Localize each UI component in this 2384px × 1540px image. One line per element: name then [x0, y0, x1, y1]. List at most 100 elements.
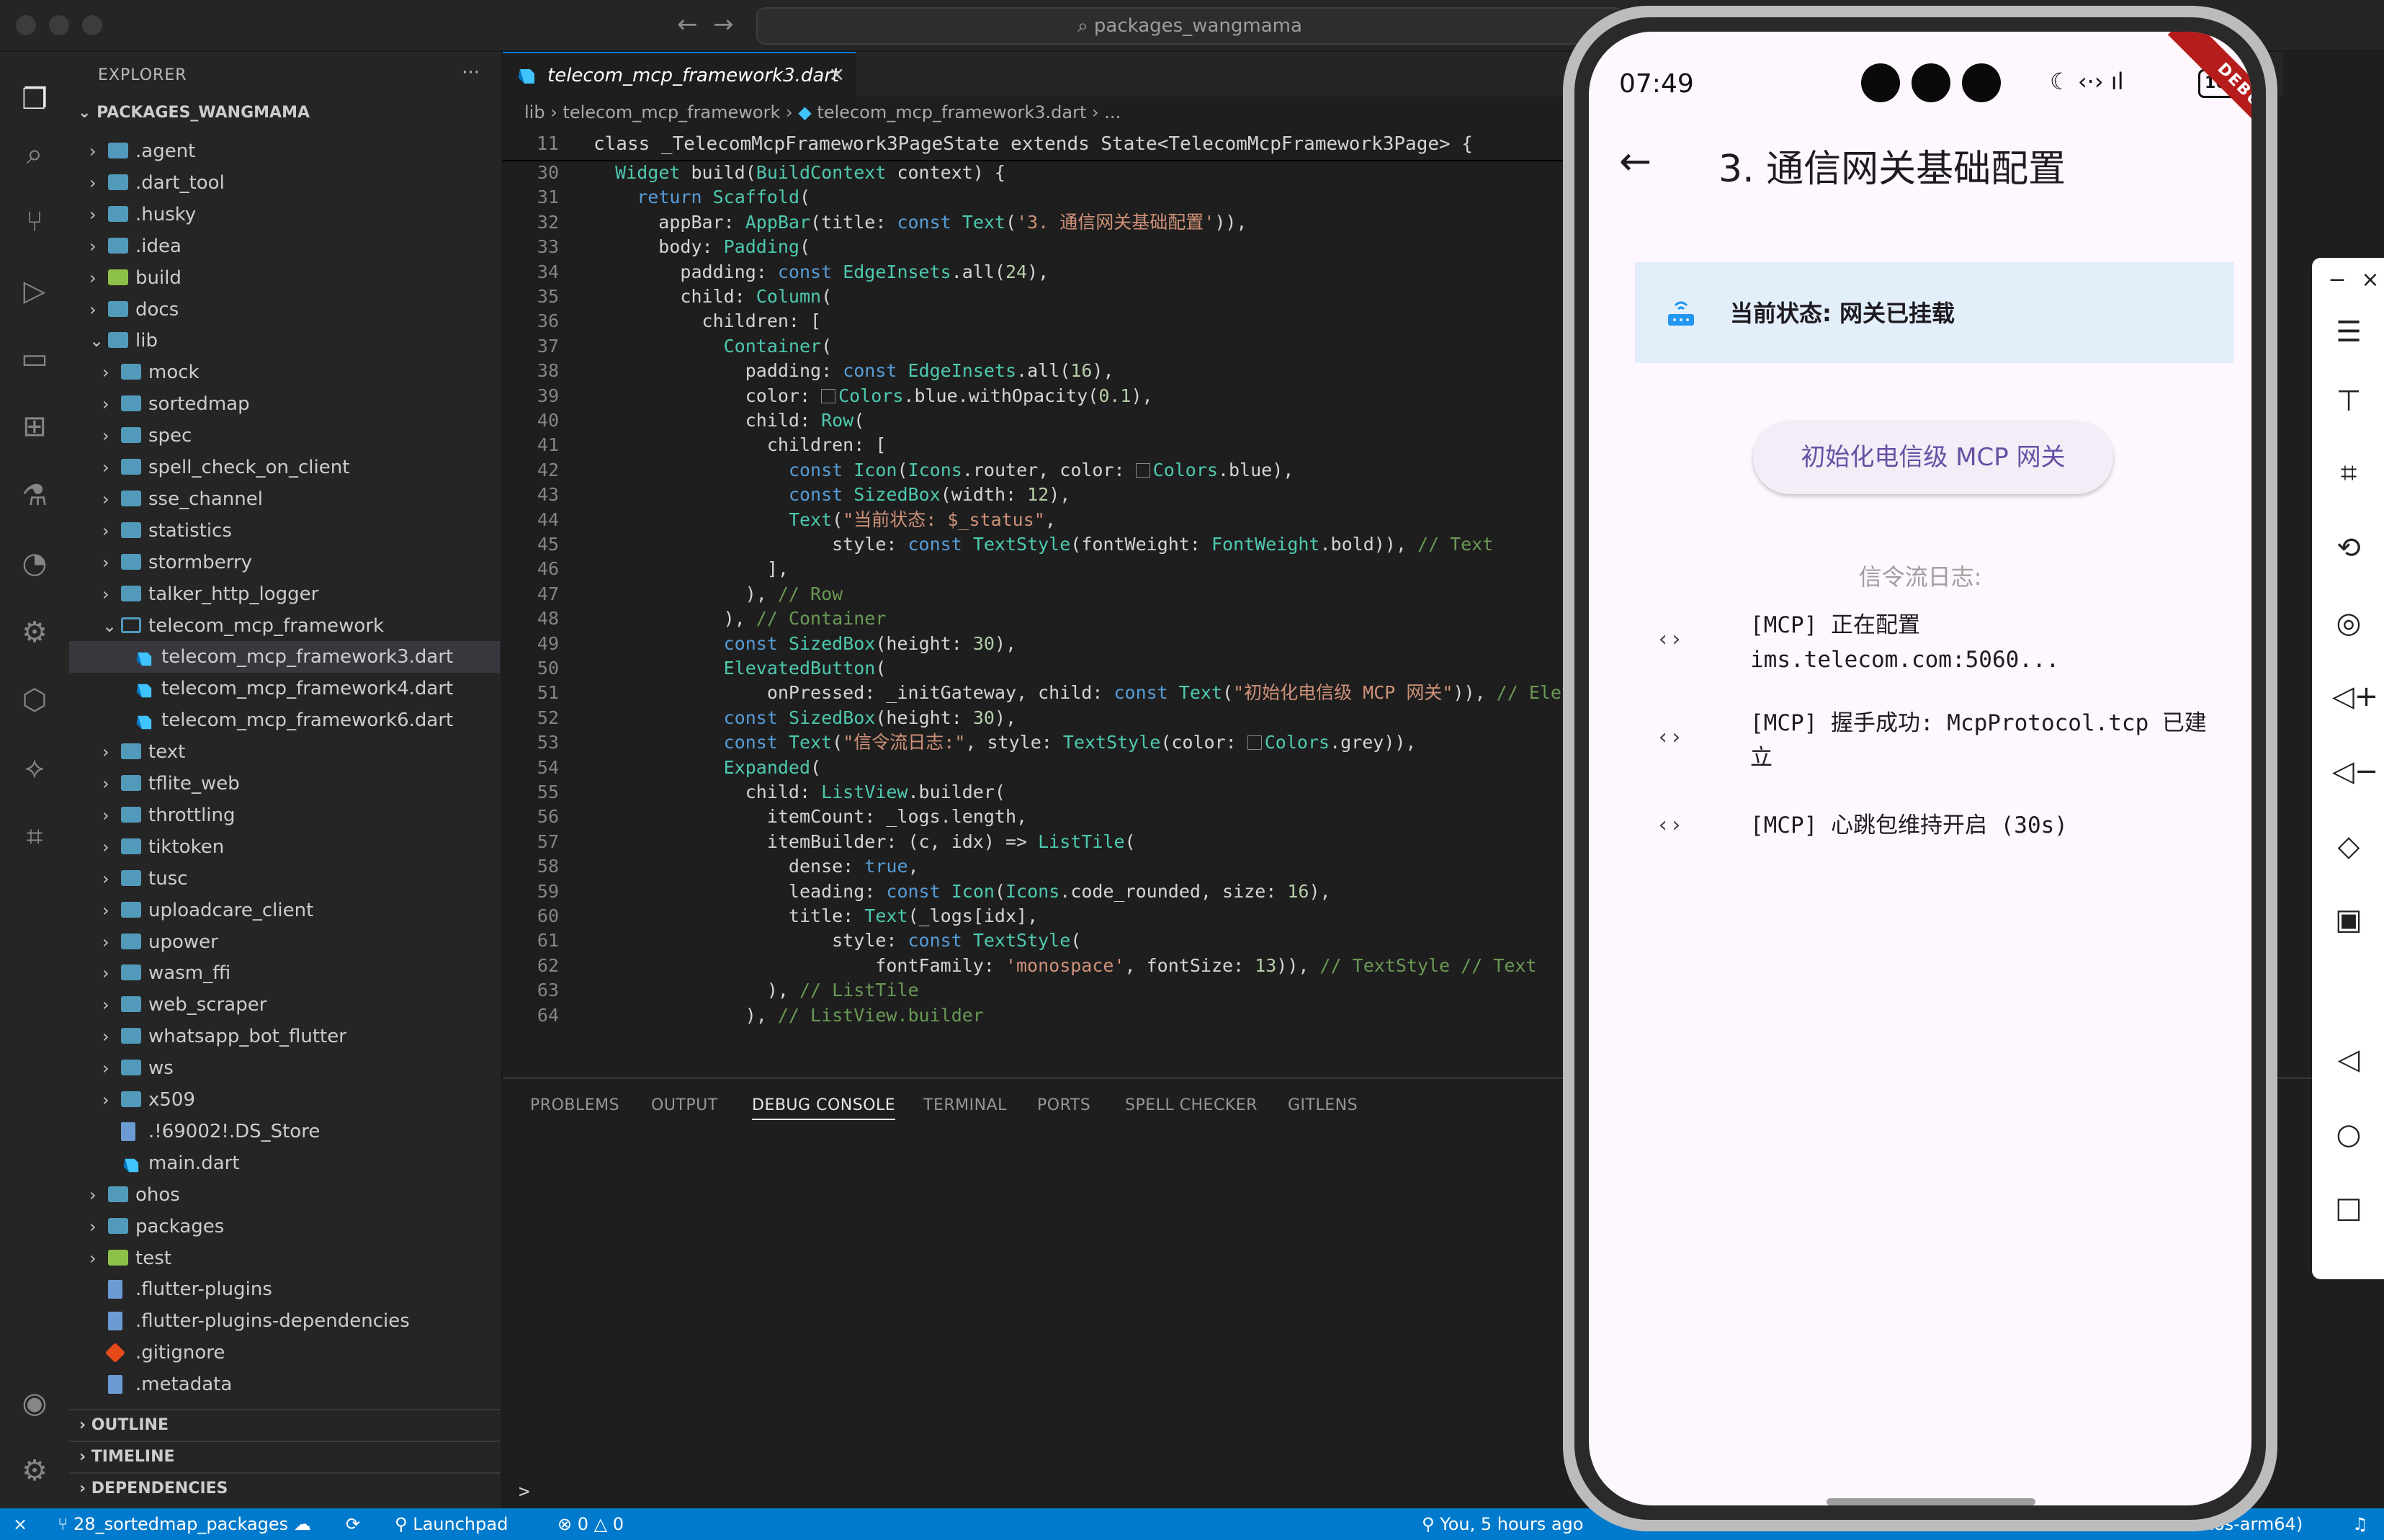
gitlens-icon[interactable]: ◔ [16, 545, 53, 582]
breadcrumb-item[interactable]: ... [1104, 102, 1121, 122]
folder-item[interactable]: › .dart_tool [69, 167, 500, 199]
close-icon[interactable]: × [828, 62, 845, 86]
folder-item[interactable]: › tflite_web [69, 768, 500, 800]
tab-gitlens[interactable]: GITLENS [1288, 1096, 1358, 1114]
file-item[interactable]: main.dart [69, 1147, 500, 1179]
code-line[interactable]: 54 Expanded( [503, 755, 821, 781]
chevron-right-icon[interactable]: › [89, 294, 104, 326]
folder-item[interactable]: ⌄ lib [69, 325, 500, 357]
code-line[interactable]: 34 padding: const EdgeInsets.all(24), [503, 259, 1049, 285]
code-line[interactable]: 36 children: [ [503, 308, 821, 334]
forward-arrow-icon[interactable]: → [713, 10, 734, 39]
code-line[interactable]: 40 child: Row( [503, 408, 864, 434]
folder-item[interactable]: › docs [69, 294, 500, 326]
folder-item[interactable]: › uploadcare_client [69, 895, 500, 926]
close-icon[interactable]: × [2354, 264, 2384, 297]
folder-item[interactable]: › whatsapp_bot_flutter [69, 1021, 500, 1052]
folder-item[interactable]: › text [69, 736, 500, 768]
folder-item[interactable]: › stormberry [69, 547, 500, 578]
tab-ports[interactable]: PORTS [1037, 1096, 1090, 1114]
more-actions-icon[interactable]: ··· [462, 62, 480, 84]
folder-item[interactable]: › ohos [69, 1179, 500, 1211]
folder-item[interactable]: › statistics [69, 515, 500, 547]
inspect-icon[interactable]: ⌗ [16, 818, 53, 856]
chevron-right-icon[interactable]: › [102, 420, 117, 452]
code-line[interactable]: 43 const SizedBox(width: 12), [503, 482, 1070, 508]
code-line[interactable]: 47 ), // Row [503, 581, 843, 607]
folder-item[interactable]: ⌄ telecom_mcp_framework [69, 610, 500, 642]
editor-tab-active[interactable]: telecom_mcp_framework3.dart × [503, 52, 856, 98]
chevron-right-icon[interactable]: › [102, 957, 117, 989]
chevron-right-icon[interactable]: › [102, 1021, 117, 1052]
nav-back-icon[interactable]: ◁ [2332, 1043, 2365, 1076]
list-item[interactable]: ‹› [MCP] 正在配置 ims.telecom.com:5060... [1635, 608, 2240, 680]
volume-down-icon[interactable]: ◁− [2332, 755, 2378, 788]
folder-item[interactable]: › ws [69, 1052, 500, 1084]
back-arrow-icon[interactable]: ← [1619, 138, 1652, 184]
code-line[interactable]: 32 appBar: AppBar(title: const Text('3. … [503, 210, 1247, 236]
init-gateway-button[interactable]: 初始化电信级 MCP 网关 [1753, 421, 2113, 494]
chevron-right-icon[interactable]: › [102, 989, 117, 1021]
menu-icon[interactable]: ☰ [2332, 315, 2365, 349]
code-line[interactable]: 46 ], [503, 556, 789, 582]
code-line[interactable]: 59 leading: const Icon(Icons.code_rounde… [503, 879, 1331, 905]
tab-problems[interactable]: PROBLEMS [530, 1096, 619, 1114]
window-close-button[interactable] [16, 15, 36, 35]
workspace-root[interactable]: ⌄ PACKAGES_WANGMAMA [78, 104, 310, 122]
chevron-right-icon[interactable]: › [102, 768, 117, 800]
code-line[interactable]: 31 return Scaffold( [503, 184, 810, 210]
tab-terminal[interactable]: TERMINAL [923, 1096, 1007, 1114]
git-blame-status[interactable]: ⚲ You, 5 hours ago [1422, 1508, 1583, 1540]
chevron-right-icon[interactable]: › [89, 199, 104, 230]
folder-item[interactable]: › spell_check_on_client [69, 452, 500, 483]
chevron-right-icon[interactable]: › [89, 1211, 104, 1243]
phone-screen[interactable]: 07:49 ☾ ‹·› ıl 100 DEBUG ← 3. 通信网关基础配置 当 [1589, 32, 2251, 1505]
code-line[interactable]: 35 child: Column( [503, 284, 832, 310]
code-line[interactable]: 57 itemBuilder: (c, idx) => ListTile( [503, 829, 1136, 855]
file-item[interactable]: telecom_mcp_framework3.dart [69, 641, 500, 673]
chevron-right-icon[interactable]: › [102, 388, 117, 420]
chevron-right-icon[interactable]: › [102, 800, 117, 831]
list-item[interactable]: ‹› [MCP] 握手成功: McpProtocol.tcp 已建立 [1635, 706, 2240, 778]
code-line[interactable]: 58 dense: true, [503, 854, 919, 879]
code-line[interactable]: 41 children: [ [503, 432, 887, 458]
extensions-icon[interactable]: ⊞ [16, 408, 53, 445]
folder-item[interactable]: › sortedmap [69, 388, 500, 420]
account-icon[interactable]: ◉ [16, 1384, 53, 1422]
code-line[interactable]: 52 const SizedBox(height: 30), [503, 705, 1016, 731]
volume-up-icon[interactable]: ◁+ [2332, 680, 2378, 713]
folder-item[interactable]: › spec [69, 420, 500, 452]
outline-section[interactable]: › OUTLINE [69, 1409, 500, 1441]
minimize-icon[interactable]: − [2321, 264, 2354, 297]
folder-item[interactable]: › throttling [69, 800, 500, 831]
file-item[interactable]: telecom_mcp_framework6.dart [69, 704, 500, 736]
code-line[interactable]: 48 ), // Container [503, 606, 887, 632]
chevron-right-icon[interactable]: › [102, 926, 117, 958]
code-line[interactable]: 60 title: Text(_logs[idx], [503, 903, 1038, 929]
code-line[interactable]: 63 ), // ListTile [503, 977, 919, 1003]
timeline-section[interactable]: › TIMELINE [69, 1441, 500, 1472]
chevron-right-icon[interactable]: › [89, 135, 104, 167]
crop-icon[interactable]: ⌗ [2332, 457, 2365, 490]
tab-debug-console[interactable]: DEBUG CONSOLE [752, 1096, 896, 1120]
search-icon[interactable]: ⌕ [16, 135, 53, 173]
chevron-down-icon[interactable]: ⌄ [102, 610, 117, 642]
sticky-scroll-line[interactable]: 11 class _TelecomMcpFramework3PageState e… [503, 128, 1566, 161]
remote-explorer-icon[interactable]: ▭ [16, 340, 53, 377]
code-line[interactable]: 45 style: const TextStyle(fontWeight: Fo… [503, 532, 1493, 558]
chevron-right-icon[interactable]: › [102, 515, 117, 547]
chevron-right-icon[interactable]: › [102, 895, 117, 926]
list-item[interactable]: ‹› [MCP] 心跳包维持开启 (30s) [1635, 808, 2240, 851]
folder-item[interactable]: › wasm_ffi [69, 957, 500, 989]
folder-item[interactable]: › packages [69, 1211, 500, 1243]
code-line[interactable]: 42 const Icon(Icons.router, color: Color… [503, 457, 1294, 483]
window-zoom-button[interactable] [82, 15, 102, 35]
file-item[interactable]: .flutter-plugins-dependencies [69, 1305, 500, 1337]
bookmark-icon[interactable]: ⟡ [16, 749, 53, 787]
home-indicator[interactable] [1827, 1498, 2035, 1505]
chevron-right-icon[interactable]: › [102, 831, 117, 863]
notifications-bell-icon[interactable]: ♫ [2352, 1508, 2368, 1540]
folder-item[interactable]: › test [69, 1243, 500, 1274]
folder-item[interactable]: › talker_http_logger [69, 578, 500, 610]
folder-item[interactable]: › .idea [69, 230, 500, 262]
